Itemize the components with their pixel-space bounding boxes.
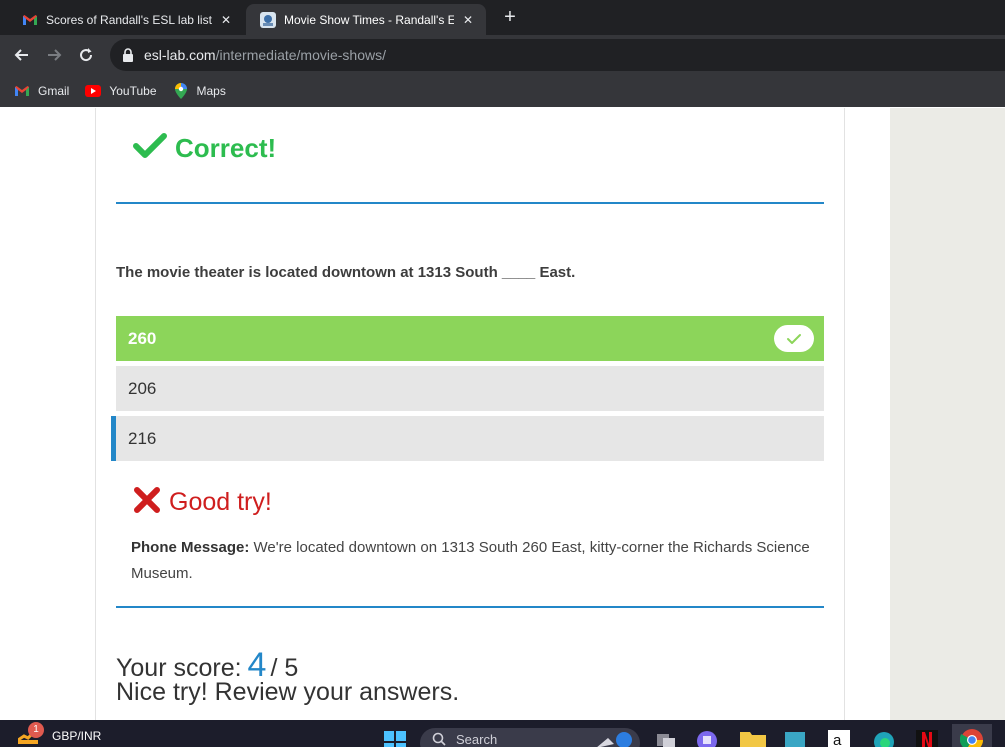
amazon-app-icon[interactable]: a: [828, 730, 850, 747]
gmail-icon: [22, 12, 38, 28]
tab-title: Movie Show Times - Randall's ESL: [284, 12, 454, 27]
notification-badge: 1: [28, 722, 44, 738]
svg-text:a: a: [833, 732, 842, 747]
esl-lab-icon: [260, 11, 276, 28]
file-explorer-icon[interactable]: [740, 730, 766, 747]
arrow-right-icon: [48, 49, 62, 61]
search-placeholder: Search: [456, 732, 498, 747]
previous-result-text: Correct!: [175, 133, 277, 163]
lock-icon: [122, 48, 136, 62]
url-host: esl-lab.com: [144, 47, 216, 63]
widget-app-icon[interactable]: [594, 730, 634, 747]
chat-app-icon[interactable]: [696, 730, 718, 747]
page-viewport: Correct! The movie theater is located do…: [0, 108, 1005, 720]
reload-icon: [80, 48, 93, 62]
bookmarks-bar: Gmail YouTube Maps: [0, 75, 1005, 107]
close-icon[interactable]: ✕: [218, 13, 234, 27]
url-path: /intermediate/movie-shows/: [215, 47, 386, 63]
answer-explanation: Phone Message: We're located downtown on…: [131, 535, 821, 587]
answer-option-206[interactable]: 206: [116, 366, 824, 411]
section-divider: [116, 606, 824, 608]
currency-widget[interactable]: 1 GBP/INR: [17, 722, 102, 746]
netflix-app-icon[interactable]: [916, 730, 938, 747]
browser-tab-strip: Scores of Randall's ESL lab listen ✕ Mov…: [0, 0, 1005, 35]
question-text: The movie theater is located downtown at…: [116, 264, 576, 281]
edge-browser-icon[interactable]: [872, 730, 896, 747]
bookmark-label: YouTube: [109, 84, 157, 98]
score-message: Nice try! Review your answers.: [116, 678, 460, 706]
reload-button[interactable]: [74, 43, 98, 67]
chart-icon: 1: [17, 722, 44, 746]
correct-check-icon: [774, 325, 814, 352]
chrome-taskbar-button[interactable]: [952, 724, 992, 747]
previous-result: Correct!: [133, 132, 276, 165]
answer-label: 216: [128, 428, 157, 448]
quiz-card: [95, 108, 845, 720]
answer-label: 260: [128, 328, 157, 348]
bookmark-maps[interactable]: Maps: [173, 83, 226, 99]
bookmark-youtube[interactable]: YouTube: [85, 83, 157, 99]
address-bar[interactable]: esl-lab.com/intermediate/movie-shows/: [110, 39, 1005, 71]
tab-title: Scores of Randall's ESL lab listen: [46, 12, 212, 27]
explanation-label: Phone Message:: [131, 539, 250, 556]
answer-option-260[interactable]: 260: [116, 316, 824, 361]
forward-button[interactable]: [42, 43, 66, 67]
browser-tab-movie-show-times[interactable]: Movie Show Times - Randall's ESL ✕: [246, 4, 486, 35]
browser-toolbar: esl-lab.com/intermediate/movie-shows/: [0, 35, 1005, 75]
search-icon: [432, 732, 446, 747]
back-button[interactable]: [10, 43, 34, 67]
arrow-left-icon: [14, 49, 28, 61]
bookmark-label: Gmail: [38, 84, 70, 98]
feedback-text: Good try!: [169, 488, 272, 516]
browser-tab-scores[interactable]: Scores of Randall's ESL lab listen ✕: [8, 4, 244, 35]
answer-option-216[interactable]: 216: [111, 416, 824, 461]
store-app-icon[interactable]: [784, 730, 806, 747]
feedback-result: Good try!: [133, 486, 272, 519]
windows-start-icon[interactable]: [383, 730, 407, 747]
task-view-icon[interactable]: [655, 730, 677, 747]
close-icon[interactable]: ✕: [460, 13, 476, 27]
checkmark-icon: [133, 132, 167, 165]
new-tab-button[interactable]: +: [497, 4, 523, 30]
bookmark-label: Maps: [196, 84, 226, 98]
answer-label: 206: [128, 378, 157, 398]
gmail-icon: [14, 83, 30, 99]
maps-icon: [173, 83, 189, 99]
page-side-gutter: [890, 108, 1005, 720]
section-divider: [116, 202, 824, 204]
youtube-icon: [85, 83, 102, 99]
bookmark-gmail[interactable]: Gmail: [14, 83, 69, 99]
currency-pair: GBP/INR: [52, 729, 102, 743]
x-mark-icon: [133, 486, 161, 519]
os-taskbar: 1 GBP/INR Search a: [0, 720, 1005, 747]
chrome-icon: [959, 729, 983, 747]
